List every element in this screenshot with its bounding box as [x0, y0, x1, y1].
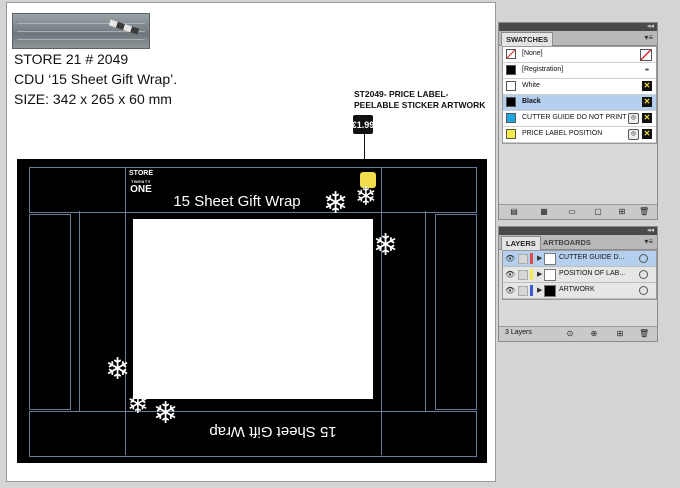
show-kinds-button[interactable]: ▦	[539, 207, 549, 216]
box-title-bottom: 15 Sheet Gift Wrap	[209, 423, 337, 440]
store-number-label: STORE 21 # 2049	[14, 51, 129, 67]
swatch-white[interactable]: White ✕	[503, 79, 656, 95]
panel-grip[interactable]: ◂◂	[499, 23, 657, 31]
snowflake-icon: ❄	[127, 389, 149, 419]
lock-toggle[interactable]	[518, 254, 528, 264]
snowflake-icon: ❄	[323, 187, 349, 220]
layer-thumbnail	[544, 285, 556, 297]
swatches-panel: ◂◂ SWATCHES ▾≡ [None] [Registration] ⌖ W…	[498, 22, 658, 220]
artboard: STORE 21 # 2049 CDU ‘15 Sheet Gift Wrap’…	[6, 2, 496, 482]
note-line-2: PEELABLE STICKER ARTWORK	[354, 100, 486, 110]
process-color-icon: ✕	[642, 129, 652, 139]
swatch-list: [None] [Registration] ⌖ White ✕ Black ✕ …	[502, 46, 657, 144]
swatch-libraries-button[interactable]: ▤	[509, 207, 519, 216]
panel-menu-icon[interactable]: ▾≡	[644, 33, 653, 42]
swatches-toolbar: ▤ ▦ ▭ ▢ ⊞ 🗑	[499, 204, 657, 219]
visibility-eye-icon[interactable]: 👁	[505, 270, 515, 279]
layer-count: 3 Layers	[505, 329, 532, 336]
swatch-options-button[interactable]: ▭	[567, 207, 577, 216]
spot-color-icon: ◎	[628, 113, 639, 124]
swatch-cutter-guide[interactable]: CUTTER GUIDE DO NOT PRINT ◎ ✕	[503, 111, 656, 127]
layers-toolbar: 3 Layers ⊙ ⊕ ⊞ 🗑	[499, 326, 657, 341]
process-color-icon: ✕	[642, 97, 652, 107]
swatch-registration[interactable]: [Registration] ⌖	[503, 63, 656, 79]
price-label-note: ST2049- PRICE LABEL- PEELABLE STICKER AR…	[354, 89, 485, 111]
new-sublayer-button[interactable]: ⊕	[589, 329, 599, 338]
product-name-label: CDU ‘15 Sheet Gift Wrap’.	[14, 71, 178, 87]
lock-toggle[interactable]	[518, 286, 528, 296]
price-sticker: €1.99	[352, 115, 374, 134]
expand-triangle-icon[interactable]: ▶	[537, 270, 542, 278]
display-window	[133, 219, 373, 399]
layers-panel: ◂◂ LAYERS ARTBOARDS ▾≡ 👁 ▶ CUTTER GUIDE …	[498, 226, 658, 342]
layer-thumbnail	[544, 253, 556, 265]
visibility-eye-icon[interactable]: 👁	[505, 286, 515, 295]
panel-grip[interactable]: ◂◂	[499, 227, 657, 235]
delete-layer-icon[interactable]: 🗑	[639, 329, 649, 338]
expand-triangle-icon[interactable]: ▶	[537, 254, 542, 262]
leader-line	[364, 134, 365, 160]
registration-icon: ⌖	[644, 65, 650, 74]
swatch-black[interactable]: Black ✕	[503, 95, 656, 111]
process-color-icon: ✕	[642, 113, 652, 123]
cdu-dieline-artwork[interactable]: STORE TWENTY ONE 15 Sheet Gift Wrap 15 S…	[17, 159, 487, 463]
lock-toggle[interactable]	[518, 270, 528, 280]
snowflake-icon: ❄	[355, 181, 377, 211]
expand-triangle-icon[interactable]: ▶	[537, 286, 542, 294]
target-circle-icon[interactable]	[639, 254, 648, 263]
target-circle-icon[interactable]	[639, 286, 648, 295]
reference-thumbnail	[12, 13, 150, 49]
layer-position-of-label[interactable]: 👁 ▶ POSITION OF LAB...	[503, 267, 656, 283]
visibility-eye-icon[interactable]: 👁	[505, 254, 515, 263]
layer-cutter-guide[interactable]: 👁 ▶ CUTTER GUIDE D...	[503, 251, 656, 267]
store-twenty-one-logo: STORE TWENTY ONE	[129, 170, 153, 195]
layer-thumbnail	[544, 269, 556, 281]
process-color-icon: ✕	[642, 81, 652, 91]
swatch-price-label-position[interactable]: PRICE LABEL POSITION ◎ ✕	[503, 127, 656, 143]
target-circle-icon[interactable]	[639, 270, 648, 279]
tab-swatches[interactable]: SWATCHES	[501, 32, 553, 46]
note-line-1: ST2049- PRICE LABEL-	[354, 89, 449, 99]
tab-artboards[interactable]: ARTBOARDS	[539, 236, 595, 249]
snowflake-icon: ❄	[153, 397, 179, 430]
snowflake-icon: ❄	[105, 353, 131, 386]
tab-layers[interactable]: LAYERS	[501, 236, 541, 250]
swatch-none[interactable]: [None]	[503, 47, 656, 63]
no-color-icon	[640, 49, 652, 61]
box-title-top: 15 Sheet Gift Wrap	[173, 193, 301, 210]
spot-color-icon: ◎	[628, 129, 639, 140]
delete-swatch-icon[interactable]: 🗑	[639, 207, 649, 216]
new-color-group-button[interactable]: ▢	[593, 207, 603, 216]
make-clipping-mask-button[interactable]: ⊙	[565, 329, 575, 338]
layer-list: 👁 ▶ CUTTER GUIDE D... 👁 ▶ POSITION OF LA…	[502, 250, 657, 300]
snowflake-icon: ❄	[373, 229, 399, 262]
size-label: SIZE: 342 x 265 x 60 mm	[14, 91, 172, 107]
new-swatch-button[interactable]: ⊞	[617, 207, 627, 216]
layer-artwork[interactable]: 👁 ▶ ARTWORK	[503, 283, 656, 299]
panel-menu-icon[interactable]: ▾≡	[644, 237, 653, 246]
new-layer-button[interactable]: ⊞	[615, 329, 625, 338]
